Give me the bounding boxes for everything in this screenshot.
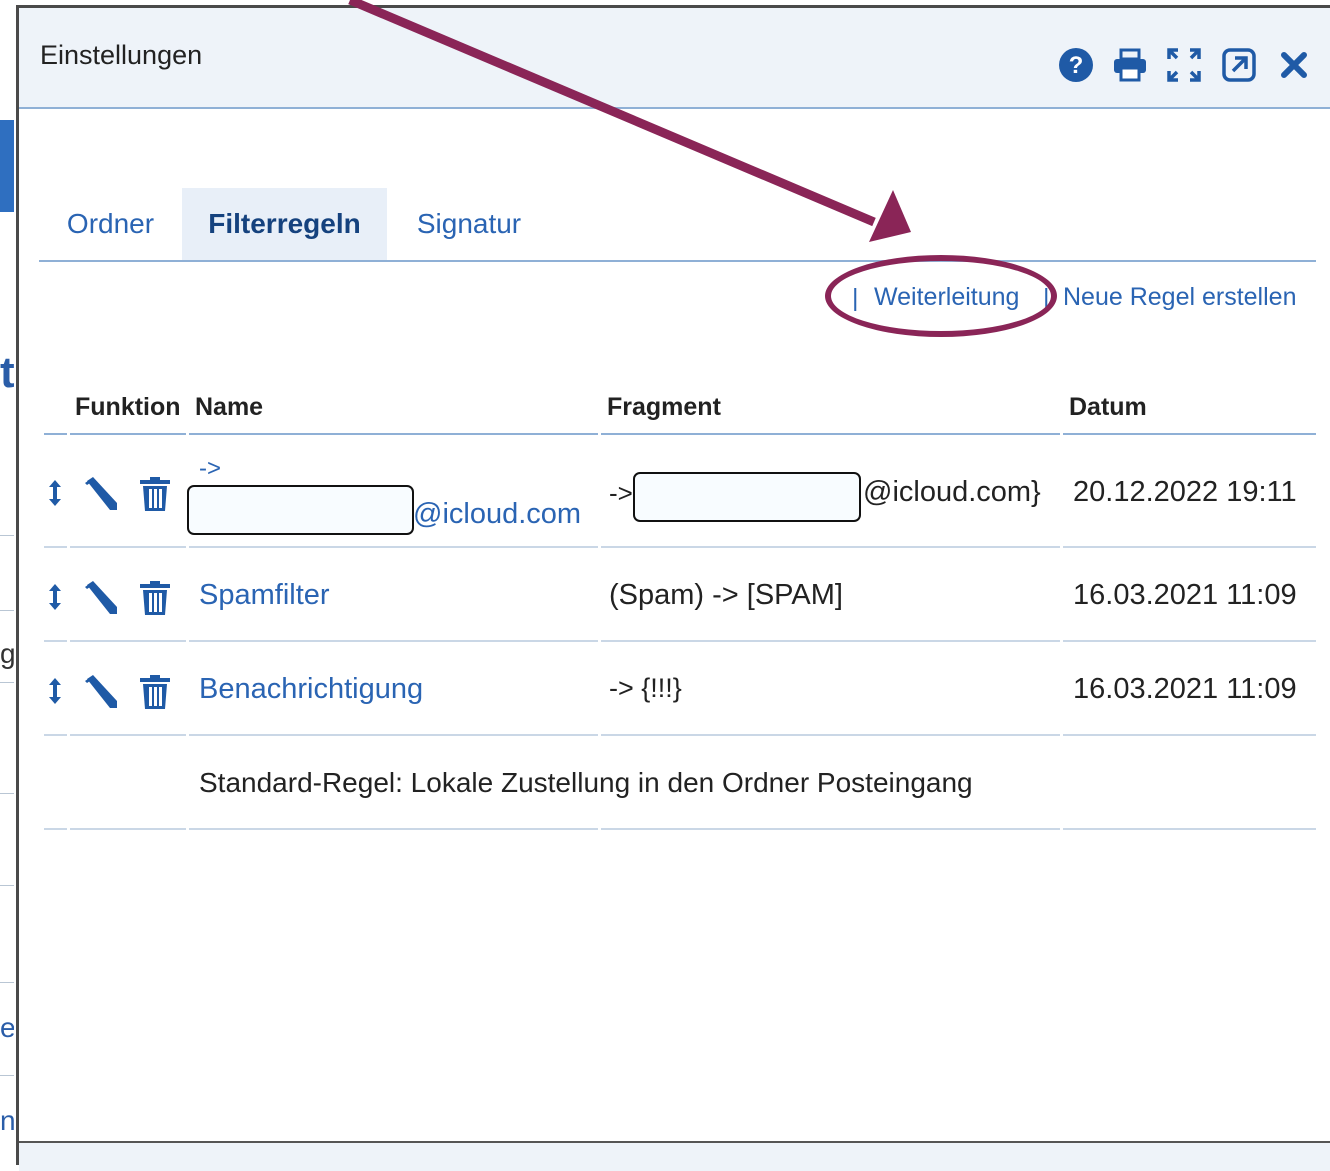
row-divider xyxy=(44,546,1316,548)
col-header-function: Funktion xyxy=(75,393,181,421)
bg-divider xyxy=(0,535,14,536)
move-icon[interactable] xyxy=(45,582,65,612)
rule-date: 20.12.2022 19:11 xyxy=(1073,476,1297,508)
row-divider xyxy=(44,828,1316,830)
move-icon[interactable] xyxy=(45,676,65,706)
print-icon[interactable] xyxy=(1111,47,1149,83)
col-header-name: Name xyxy=(195,393,264,421)
rule-fragment: (Spam) -> [SPAM] xyxy=(609,579,843,611)
default-rule-text: Standard-Regel: Lokale Zustellung in den… xyxy=(199,767,973,798)
col-header-date: Datum xyxy=(1069,393,1147,421)
bg-divider xyxy=(0,885,14,886)
rule-fragment-suffix: @icloud.com} xyxy=(863,476,1041,508)
dialog-title: Einstellungen xyxy=(40,40,203,70)
close-icon[interactable] xyxy=(1275,47,1313,83)
dialog-footer xyxy=(19,1141,1330,1171)
edit-icon[interactable] xyxy=(81,476,121,512)
delete-icon[interactable] xyxy=(139,674,171,710)
svg-text:?: ? xyxy=(1069,52,1084,79)
action-separator: | xyxy=(1043,284,1050,312)
redacted-box xyxy=(187,485,414,535)
tab-signatur[interactable]: Signatur xyxy=(387,188,551,260)
delete-icon[interactable] xyxy=(139,580,171,616)
rule-name-prefix[interactable]: -> xyxy=(199,455,221,483)
move-icon[interactable] xyxy=(45,478,65,508)
rule-fragment: -> {!!!} xyxy=(609,673,682,703)
bg-divider xyxy=(0,610,14,611)
settings-dialog: Einstellungen ? Ordner Filterregeln Sign… xyxy=(16,5,1330,1171)
redacted-box xyxy=(633,472,861,522)
tab-filterregeln[interactable]: Filterregeln xyxy=(182,188,387,260)
delete-icon[interactable] xyxy=(139,476,171,512)
row-divider xyxy=(44,640,1316,642)
bg-divider xyxy=(0,682,14,683)
rule-fragment-prefix: -> xyxy=(609,478,633,508)
column-gap xyxy=(67,432,73,836)
col-header-fragment: Fragment xyxy=(607,393,721,421)
tab-bar: Ordner Filterregeln Signatur xyxy=(39,188,1316,262)
bg-divider xyxy=(0,793,14,794)
bg-blue-strip xyxy=(0,120,14,212)
column-gap xyxy=(1060,432,1066,836)
bg-fragment-text: t xyxy=(0,348,14,397)
rule-name[interactable]: Benachrichtigung xyxy=(199,673,423,706)
popout-icon[interactable] xyxy=(1220,47,1258,83)
bg-fragment-text: g xyxy=(0,638,14,669)
bg-divider xyxy=(0,1075,14,1076)
fullscreen-icon[interactable] xyxy=(1165,47,1203,83)
rule-name[interactable]: Spamfilter xyxy=(199,579,330,612)
forward-link[interactable]: Weiterleitung xyxy=(874,283,1019,323)
rule-name-suffix[interactable]: @icloud.com xyxy=(413,498,581,531)
row-divider xyxy=(44,734,1316,736)
header-divider xyxy=(44,433,1316,435)
bg-fragment-text: n xyxy=(0,1105,14,1136)
help-icon[interactable]: ? xyxy=(1057,47,1095,83)
edit-icon[interactable] xyxy=(81,580,121,616)
dialog-titlebar: Einstellungen ? xyxy=(19,8,1330,109)
edit-icon[interactable] xyxy=(81,674,121,710)
action-separator: | xyxy=(852,284,859,312)
tab-ordner[interactable]: Ordner xyxy=(39,188,182,260)
new-rule-link[interactable]: Neue Regel erstellen xyxy=(1063,283,1296,323)
rule-date: 16.03.2021 11:09 xyxy=(1073,673,1297,705)
rule-date: 16.03.2021 11:09 xyxy=(1073,579,1297,611)
bg-fragment-text: e xyxy=(0,1012,14,1043)
bg-divider xyxy=(0,982,14,983)
